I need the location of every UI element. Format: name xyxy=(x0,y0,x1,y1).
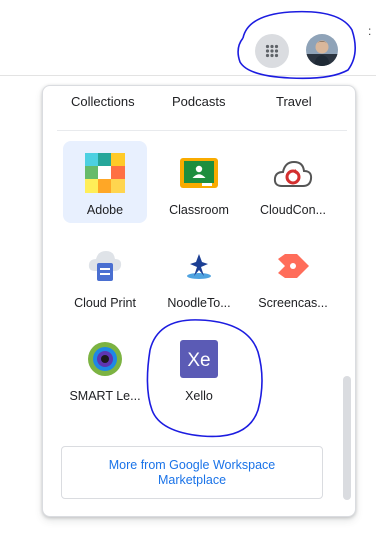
category-row: Collections Podcasts Travel xyxy=(43,86,355,122)
app-launcher-panel: Collections Podcasts Travel Adobe Classr… xyxy=(42,85,356,517)
app-adobe[interactable]: Adobe xyxy=(63,141,147,223)
category-podcasts[interactable]: Podcasts xyxy=(172,94,225,109)
app-label: Cloud Print xyxy=(74,296,136,310)
app-cloudconvert[interactable]: CloudCon... xyxy=(251,141,335,223)
edge-mark: : xyxy=(368,24,372,38)
more-from-marketplace-button[interactable]: More from Google Workspace Marketplace xyxy=(61,446,323,499)
app-screencastify[interactable]: Screencas... xyxy=(251,234,335,316)
app-xello[interactable]: Xe Xello xyxy=(157,327,241,409)
noodletools-icon xyxy=(179,246,219,286)
avatar-photo-icon xyxy=(306,34,338,66)
category-collections[interactable]: Collections xyxy=(71,94,135,109)
google-apps-button[interactable] xyxy=(255,34,289,68)
app-label: NoodleTo... xyxy=(167,296,231,310)
top-bar: : xyxy=(0,0,376,78)
account-avatar[interactable] xyxy=(306,34,338,66)
app-label: CloudCon... xyxy=(259,203,326,217)
screencastify-icon xyxy=(273,246,313,286)
adobe-icon xyxy=(85,153,125,193)
xello-icon: Xe xyxy=(179,339,219,379)
app-cloud-print[interactable]: Cloud Print xyxy=(63,234,147,316)
launcher-scrollbar[interactable] xyxy=(343,376,351,500)
cloudconvert-icon xyxy=(273,153,313,193)
category-divider xyxy=(57,130,347,131)
xello-icon-text: Xe xyxy=(187,350,210,371)
app-label: SMART Le... xyxy=(69,389,141,403)
app-label: Classroom xyxy=(169,203,229,217)
category-travel[interactable]: Travel xyxy=(276,94,312,109)
app-classroom[interactable]: Classroom xyxy=(157,141,241,223)
app-label: Screencas... xyxy=(258,296,328,310)
smart-learning-icon xyxy=(85,339,125,379)
apps-grid-icon xyxy=(265,44,279,58)
app-noodletools[interactable]: NoodleTo... xyxy=(157,234,241,316)
app-smart-learning[interactable]: SMART Le... xyxy=(63,327,147,409)
header-divider xyxy=(0,75,376,76)
app-label: Xello xyxy=(185,389,213,403)
app-label: Adobe xyxy=(86,203,124,217)
cloud-print-icon xyxy=(85,246,125,286)
classroom-icon xyxy=(179,153,219,193)
